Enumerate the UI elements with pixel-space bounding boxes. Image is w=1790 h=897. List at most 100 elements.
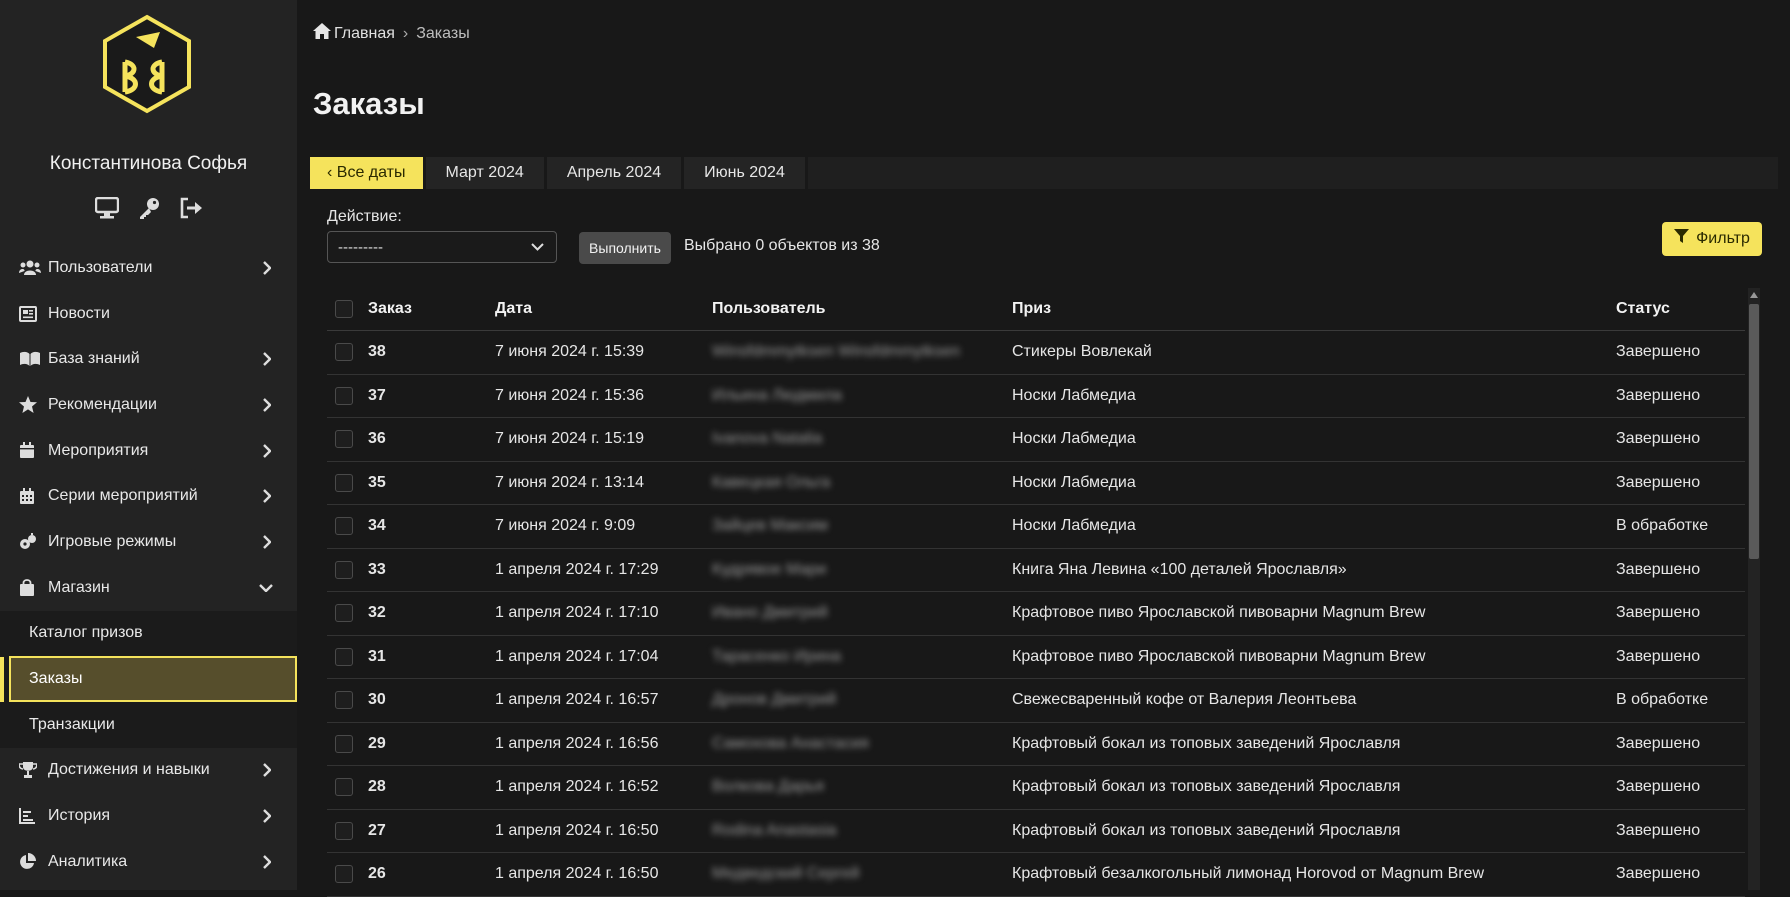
order-user: Тарасенко Ирина [712,647,842,665]
date-tab-april-2024[interactable]: Апрель 2024 [546,157,685,189]
table-row[interactable]: 38 7 июня 2024 г. 15:39 Winsfdmmytksen Win… [327,331,1745,375]
logo [103,14,191,114]
user-name: Константинова Софья [49,153,248,174]
chevron-right-icon [259,763,273,778]
selected-count: Выбрано 0 объектов из 38 [684,237,880,254]
order-date: 1 апреля 2024 г. 16:50 [495,821,659,839]
order-prize: Крафтовый бокал из топовых заведений Яро… [1012,734,1401,752]
breadcrumb-separator: › [402,24,409,42]
sign-out-icon[interactable] [178,195,204,221]
order-date: 7 июня 2024 г. 15:19 [495,430,645,448]
sidebar-subitem-orders[interactable]: Заказы [9,656,297,702]
sidebar-item-events[interactable]: Мероприятия [0,428,297,474]
order-id-link[interactable]: 33 [368,561,386,579]
order-id-link[interactable]: 35 [368,474,386,492]
table-row[interactable]: 28 1 апреля 2024 г. 16:52 Волкова Дарья Кра… [327,766,1745,810]
row-checkbox[interactable] [335,473,353,492]
row-checkbox[interactable] [335,604,353,623]
scrollbar-thumb[interactable] [1749,304,1759,559]
order-id-link[interactable]: 27 [368,822,386,840]
calendar-grid-icon [19,487,41,505]
sidebar-item-game-modes[interactable]: Игровые режимы [0,519,297,565]
column-header-date[interactable]: Дата [495,300,532,318]
table-row[interactable]: 36 7 июня 2024 г. 15:19 Ivanova Natalia Нос… [327,418,1745,462]
column-header-prize[interactable]: Приз [1012,300,1051,318]
sidebar-item-label: Достижения и навыки [48,761,210,779]
order-user: Ivanova Natalia [712,430,823,448]
order-user: Кудрявое Мари [712,560,827,578]
sidebar-item-label: База знаний [48,350,140,368]
row-checkbox[interactable] [335,821,353,840]
order-prize: Стикеры Вовлекай [1012,343,1152,361]
select-all-checkbox[interactable] [335,300,353,318]
order-prize: Книга Яна Левина «100 деталей Ярославля» [1012,560,1347,578]
order-id-link[interactable]: 26 [368,865,386,883]
row-checkbox[interactable] [335,430,353,449]
table-row[interactable]: 33 1 апреля 2024 г. 17:29 Кудрявое Мари Кни… [327,549,1745,592]
sidebar-item-users[interactable]: Пользователи [0,245,297,291]
order-user: Rodina Anastasia [712,821,837,839]
order-id-link[interactable]: 28 [368,778,386,796]
date-tab-march-2024[interactable]: Март 2024 [425,157,547,189]
order-id-link[interactable]: 31 [368,648,386,666]
chevron-down-icon [531,240,544,257]
order-id-link[interactable]: 38 [368,343,386,361]
order-id-link[interactable]: 36 [368,430,386,448]
all-dates-button[interactable]: ‹ Все даты [310,157,426,189]
breadcrumb: Главная › Заказы [313,23,470,44]
sidebar-item-knowledge-base[interactable]: База знаний [0,336,297,382]
breadcrumb-home-link[interactable]: Главная [334,25,395,43]
sidebar-item-label: Магазин [48,578,110,596]
scroll-up-arrow-icon[interactable] [1749,290,1759,300]
column-header-status[interactable]: Статус [1616,300,1670,318]
order-id-link[interactable]: 37 [368,387,386,405]
table-row[interactable]: 34 7 июня 2024 г. 9:09 Зайцев Максим Носки … [327,505,1745,549]
key-icon[interactable] [136,195,162,221]
row-checkbox[interactable] [335,865,353,884]
order-id-link[interactable]: 32 [368,604,386,622]
action-select[interactable]: --------- [327,231,557,263]
row-checkbox[interactable] [335,343,353,362]
order-id-link[interactable]: 29 [368,735,386,753]
sidebar-item-event-series[interactable]: Серии мероприятий [0,473,297,519]
row-checkbox[interactable] [335,647,353,666]
sidebar-subitem-transactions[interactable]: Транзакции [0,701,297,748]
order-status: Завершено [1616,647,1701,665]
order-id-link[interactable]: 30 [368,691,386,709]
home-icon[interactable] [313,23,331,44]
table-row[interactable]: 29 1 апреля 2024 г. 16:56 Самохова Анастас… [327,723,1745,766]
table-row[interactable]: 32 1 апреля 2024 г. 17:10 Ивано Дмитрий Кра… [327,592,1745,636]
sidebar-item-news[interactable]: Новости [0,291,297,337]
sidebar-item-achievements[interactable]: Достижения и навыки [0,748,297,794]
column-header-user[interactable]: Пользователь [712,300,825,318]
order-prize: Носки Лабмедиа [1012,473,1136,491]
table-row[interactable]: 30 1 апреля 2024 г. 16:57 Дронов Дмитрий Св… [327,679,1745,723]
row-checkbox[interactable] [335,691,353,710]
row-checkbox[interactable] [335,560,353,579]
sidebar-item-recommendations[interactable]: Рекомендации [0,382,297,428]
sidebar-item-history[interactable]: История [0,793,297,839]
chevron-right-icon [259,443,273,458]
run-action-button[interactable]: Выполнить [579,232,671,264]
table-row[interactable]: 35 7 июня 2024 г. 13:14 Кавецкая Ольга Носк… [327,462,1745,505]
monitor-icon[interactable] [94,195,120,221]
table-row[interactable]: 37 7 июня 2024 г. 15:36 Ильина Людмила Носк… [327,375,1745,418]
sidebar-item-shop[interactable]: Магазин [0,565,297,611]
date-tab-june-2024[interactable]: Июнь 2024 [684,157,808,189]
row-checkbox[interactable] [335,778,353,797]
sidebar-item-analytics[interactable]: Аналитика [0,839,297,885]
table-row[interactable]: 27 1 апреля 2024 г. 16:50 Rodina Anastasia… [327,810,1745,853]
sidebar-subitem-prize-catalog[interactable]: Каталог призов [0,610,297,657]
column-header-order[interactable]: Заказ [368,300,412,318]
table-row[interactable]: 31 1 апреля 2024 г. 17:04 Тарасенко Ирина К… [327,636,1745,679]
sidebar-item-label: Пользователи [48,258,153,276]
calendar-icon [19,442,41,460]
row-checkbox[interactable] [335,734,353,753]
row-checkbox[interactable] [335,386,353,405]
order-prize: Крафтовый бокал из топовых заведений Яро… [1012,821,1401,839]
order-id-link[interactable]: 34 [368,517,386,535]
row-checkbox[interactable] [335,517,353,536]
filter-button[interactable]: Фильтр [1662,222,1762,256]
sidebar-subitem-orders-wrap: Заказы [0,656,297,702]
chart-bar-icon [19,807,41,825]
